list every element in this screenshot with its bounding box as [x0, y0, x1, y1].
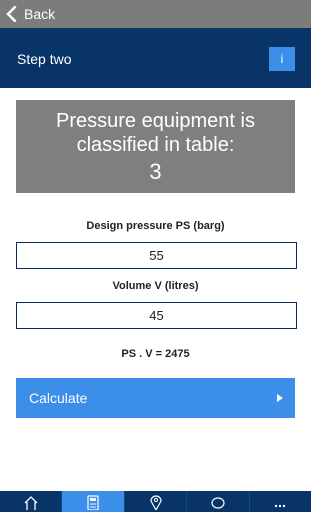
page-title: Step two — [17, 51, 72, 67]
volume-label: Volume V (litres) — [112, 280, 199, 292]
result-table-number: 3 — [149, 159, 162, 184]
calculate-label: Calculate — [29, 390, 88, 406]
top-bar: Back — [0, 0, 311, 28]
volume-input[interactable]: 45 — [16, 302, 297, 329]
back-button[interactable]: Back — [0, 6, 55, 22]
tab-chat[interactable] — [187, 491, 250, 512]
tab-more[interactable] — [250, 491, 311, 512]
result-line-1: Pressure equipment is — [56, 110, 255, 132]
home-icon — [24, 495, 38, 510]
pressure-input[interactable]: 55 — [16, 242, 297, 269]
more-icon — [275, 504, 286, 507]
classification-result: Pressure equipment is classified in tabl… — [16, 100, 295, 193]
chevron-left-icon — [6, 6, 17, 22]
tab-location[interactable] — [125, 491, 188, 512]
calculator-icon — [87, 494, 99, 510]
ps-v-product: PS . V = 2475 — [121, 348, 190, 360]
tab-bar — [0, 491, 311, 512]
location-pin-icon — [149, 494, 162, 510]
result-line-2: classified in table: — [76, 134, 235, 156]
tab-calculator[interactable] — [62, 491, 125, 512]
header: Step two i — [0, 28, 311, 88]
back-label: Back — [24, 6, 56, 22]
chat-bubble-icon — [211, 496, 225, 509]
info-button[interactable]: i — [269, 47, 295, 71]
tab-home[interactable] — [0, 491, 63, 512]
calculate-button[interactable]: Calculate — [16, 378, 295, 418]
pressure-label: Design pressure PS (barg) — [86, 220, 225, 232]
caret-right-icon — [277, 394, 283, 402]
info-icon: i — [280, 52, 284, 66]
